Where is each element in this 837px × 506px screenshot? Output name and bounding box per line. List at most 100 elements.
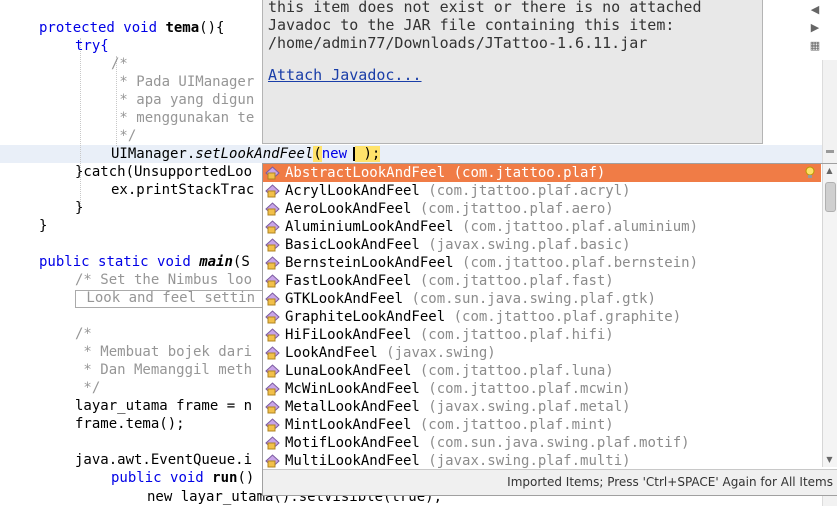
class-icon xyxy=(265,364,280,378)
completion-item-name: MultiLookAndFeel xyxy=(285,453,420,469)
code-line: public void run() xyxy=(111,470,255,486)
completion-item[interactable]: AcrylLookAndFeel (com.jtattoo.plaf.acryl… xyxy=(263,182,821,200)
class-icon xyxy=(265,436,280,450)
open-in-browser-icon[interactable]: ▦ xyxy=(809,40,821,52)
completion-item-package: (com.jtattoo.plaf.aero) xyxy=(419,201,614,217)
completion-item[interactable]: HiFiLookAndFeel (com.jtattoo.plaf.hifi) xyxy=(263,326,821,344)
class-icon xyxy=(265,256,280,270)
completion-scrollbar[interactable]: ▲ ▼ xyxy=(822,164,837,467)
completion-item[interactable]: MintLookAndFeel (com.jtattoo.plaf.mint) xyxy=(263,416,821,434)
forward-icon[interactable]: ▶ xyxy=(809,22,821,34)
completion-item-name: BernsteinLookAndFeel xyxy=(285,255,454,271)
code-completion-popup: AbstractLookAndFeel (com.jtattoo.plaf) Ac… xyxy=(262,163,837,496)
completion-item-label: McWinLookAndFeel (com.jtattoo.plaf.mcwin… xyxy=(285,380,631,398)
class-icon xyxy=(265,454,280,468)
completion-item-label: HiFiLookAndFeel (com.jtattoo.plaf.hifi) xyxy=(285,326,614,344)
completion-item-package: (com.jtattoo.plaf.mcwin) xyxy=(428,381,631,397)
class-icon xyxy=(265,346,280,360)
completion-item-package: (javax.swing.plaf.multi) xyxy=(428,453,631,469)
completion-item[interactable]: MultiLookAndFeel (javax.swing.plaf.multi… xyxy=(263,452,821,470)
completion-item[interactable]: FastLookAndFeel (com.jtattoo.plaf.fast) xyxy=(263,272,821,290)
javadoc-popup: this item does not exist or there is no … xyxy=(262,0,763,144)
code-line: protected void tema(){ xyxy=(39,20,225,36)
comment-line: * apa yang digun xyxy=(111,92,255,108)
completion-item-package: (com.jtattoo.plaf) xyxy=(453,165,606,181)
completion-item[interactable]: McWinLookAndFeel (com.jtattoo.plaf.mcwin… xyxy=(263,380,821,398)
comment-line: */ xyxy=(75,380,101,396)
attach-javadoc-link[interactable]: Attach Javadoc... xyxy=(268,66,422,84)
completion-item-package: (com.jtattoo.plaf.acryl) xyxy=(428,183,631,199)
completion-item[interactable]: LunaLookAndFeel (com.jtattoo.plaf.luna) xyxy=(263,362,821,380)
completion-item-name: MotifLookAndFeel xyxy=(285,435,420,451)
comment-line: * Membuat bojek dari xyxy=(75,344,253,360)
completion-item[interactable]: BasicLookAndFeel (javax.swing.plaf.basic… xyxy=(263,236,821,254)
completion-item-package: (com.jtattoo.plaf.bernstein) xyxy=(462,255,699,271)
completion-item-package: (com.jtattoo.plaf.luna) xyxy=(419,363,614,379)
completion-item-package: (com.jtattoo.plaf.hifi) xyxy=(419,327,614,343)
class-icon xyxy=(265,292,280,306)
completion-item-label: MetalLookAndFeel (javax.swing.plaf.metal… xyxy=(285,398,631,416)
completion-item-label: BasicLookAndFeel (javax.swing.plaf.basic… xyxy=(285,236,631,254)
completion-footer: Imported Items; Press 'Ctrl+SPACE' Again… xyxy=(263,469,837,495)
completion-item-label: LookAndFeel (javax.swing) xyxy=(285,344,496,362)
completion-item[interactable]: MotifLookAndFeel (com.sun.java.swing.pla… xyxy=(263,434,821,452)
completion-item-name: AeroLookAndFeel xyxy=(285,201,412,217)
javadoc-toolbar: ◀ ▶ ▦ xyxy=(805,0,837,60)
completion-item-name: GraphiteLookAndFeel xyxy=(285,309,446,325)
class-icon xyxy=(265,166,280,180)
completion-item-name: GTKLookAndFeel xyxy=(285,291,404,307)
completion-item-label: GTKLookAndFeel (com.sun.java.swing.plaf.… xyxy=(285,290,656,308)
completion-item-label: MultiLookAndFeel (javax.swing.plaf.multi… xyxy=(285,452,631,470)
completion-item-label: AeroLookAndFeel (com.jtattoo.plaf.aero) xyxy=(285,200,614,218)
completion-item-name: AluminiumLookAndFeel xyxy=(285,219,454,235)
code-line-current: UIManager.setLookAndFeel(new ); xyxy=(111,146,381,162)
completion-item-package: (com.jtattoo.plaf.mint) xyxy=(419,417,614,433)
completion-item-name: LookAndFeel xyxy=(285,345,378,361)
code-line: } xyxy=(75,200,84,216)
comment-line: */ xyxy=(111,128,137,144)
completion-item-name: MetalLookAndFeel xyxy=(285,399,420,415)
completion-item-name: FastLookAndFeel xyxy=(285,273,412,289)
class-icon xyxy=(265,202,280,216)
class-icon xyxy=(265,382,280,396)
completion-item-package: (com.jtattoo.plaf.fast) xyxy=(419,273,614,289)
completion-item[interactable]: AeroLookAndFeel (com.jtattoo.plaf.aero) xyxy=(263,200,821,218)
comment-line: /* xyxy=(75,326,92,342)
code-line: layar_utama frame = n xyxy=(75,398,253,414)
completion-item[interactable]: AluminiumLookAndFeel (com.jtattoo.plaf.a… xyxy=(263,218,821,236)
class-icon xyxy=(265,238,280,252)
code-line: public static void main(S xyxy=(39,254,250,270)
completion-item[interactable]: MetalLookAndFeel (javax.swing.plaf.metal… xyxy=(263,398,821,416)
javadoc-text: Javadoc to the JAR file containing this … xyxy=(268,16,675,34)
code-line: } xyxy=(39,218,48,234)
indent-guide xyxy=(80,38,81,210)
completion-item[interactable]: AbstractLookAndFeel (com.jtattoo.plaf) xyxy=(263,164,821,182)
completion-item-label: AbstractLookAndFeel (com.jtattoo.plaf) xyxy=(285,164,605,182)
comment-line: /* xyxy=(111,56,128,72)
code-line: java.awt.EventQueue.i xyxy=(75,452,253,468)
completion-item-label: AcrylLookAndFeel (com.jtattoo.plaf.acryl… xyxy=(285,182,631,200)
completion-item[interactable]: GraphiteLookAndFeel (com.jtattoo.plaf.gr… xyxy=(263,308,821,326)
completion-item-label: GraphiteLookAndFeel (com.jtattoo.plaf.gr… xyxy=(285,308,681,326)
comment-line: * menggunakan te xyxy=(111,110,255,126)
completion-item-label: BernsteinLookAndFeel (com.jtattoo.plaf.b… xyxy=(285,254,698,272)
comment-line: * Dan Memanggil meth xyxy=(75,362,253,378)
completion-item[interactable]: GTKLookAndFeel (com.sun.java.swing.plaf.… xyxy=(263,290,821,308)
scroll-down-icon[interactable]: ▼ xyxy=(825,455,834,465)
completion-hint: Imported Items; Press 'Ctrl+SPACE' Again… xyxy=(507,475,833,489)
completion-item-label: MintLookAndFeel (com.jtattoo.plaf.mint) xyxy=(285,416,614,434)
completion-item-name: HiFiLookAndFeel xyxy=(285,327,412,343)
completion-item-package: (com.jtattoo.plaf.graphite) xyxy=(453,309,682,325)
completion-item-package: (javax.swing.plaf.metal) xyxy=(428,399,631,415)
back-icon[interactable]: ◀ xyxy=(809,4,821,16)
completion-item[interactable]: BernsteinLookAndFeel (com.jtattoo.plaf.b… xyxy=(263,254,821,272)
scroll-thumb[interactable] xyxy=(825,182,836,212)
completion-item[interactable]: LookAndFeel (javax.swing) xyxy=(263,344,821,362)
completion-item-name: MintLookAndFeel xyxy=(285,417,412,433)
completion-item-label: MotifLookAndFeel (com.sun.java.swing.pla… xyxy=(285,434,690,452)
lightbulb-icon[interactable] xyxy=(805,166,815,180)
completion-item-name: McWinLookAndFeel xyxy=(285,381,420,397)
scroll-marker xyxy=(826,150,834,153)
scroll-up-icon[interactable]: ▲ xyxy=(825,166,834,176)
code-line: frame.tema(); xyxy=(75,416,185,432)
